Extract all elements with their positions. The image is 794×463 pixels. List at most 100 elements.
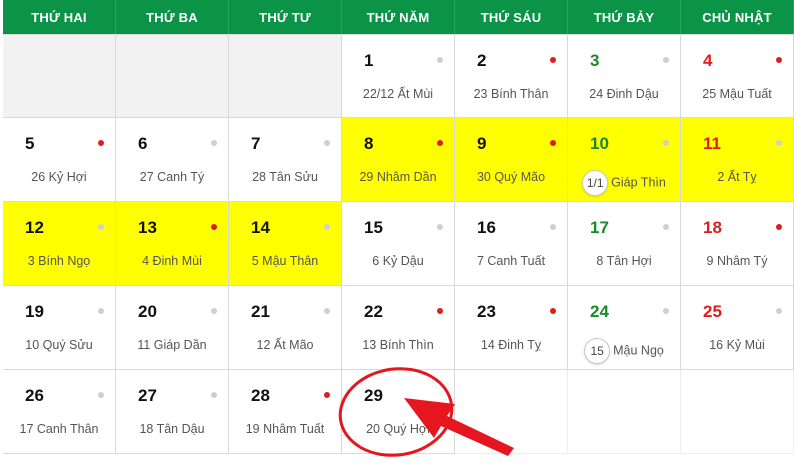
lunar-date-text: Mậu Ngọ	[613, 343, 664, 358]
day-cell[interactable]: 8 29 Nhâm Dần	[342, 118, 455, 202]
lunar-date: 1/1 Giáp Thìn	[568, 170, 680, 196]
lunar-date: 24 Đinh Dậu	[568, 87, 680, 101]
lunar-date: 19 Nhâm Tuất	[229, 422, 341, 436]
red-dot-icon	[550, 308, 556, 314]
lunar-date-text: 18 Tân Dậu	[139, 422, 205, 436]
lunar-date-text: 25 Mậu Tuất	[702, 87, 772, 101]
day-cell[interactable]: 11 2 Ất Tỵ	[681, 118, 794, 202]
day-cell[interactable]: 14 5 Mậu Thân	[229, 202, 342, 286]
day-cell[interactable]: 25 16 Kỷ Mùi	[681, 286, 794, 370]
lunar-date: 16 Kỷ Mùi	[681, 338, 793, 352]
lunar-date-text: 20 Quý Hợi	[366, 422, 430, 436]
lunar-date: 17 Canh Thân	[3, 422, 115, 436]
day-cell[interactable]: 21 12 Ất Mão	[229, 286, 342, 370]
calendar-grid: THỨ HAI THỨ BA THỨ TƯ THỨ NĂM THỨ SÁU THỨ BẢY…	[3, 0, 794, 463]
day-cell[interactable]: 24 15 Mậu Ngọ	[568, 286, 681, 370]
red-dot-icon	[98, 140, 104, 146]
lunar-date-text: 28 Tân Sửu	[252, 170, 318, 184]
grey-dot-icon	[550, 224, 556, 230]
day-cell[interactable]: 28 19 Nhâm Tuất	[229, 370, 342, 454]
weekday-header: CHỦ NHẬT	[681, 0, 794, 34]
day-cell[interactable]: 10 1/1 Giáp Thìn	[568, 118, 681, 202]
grey-dot-icon	[211, 308, 217, 314]
solar-date: 2	[477, 51, 487, 70]
lunar-date-text: 2 Ất Tỵ	[717, 170, 757, 184]
red-dot-icon	[211, 224, 217, 230]
solar-date: 7	[251, 134, 261, 153]
day-cell[interactable]: 22 13 Bính Thìn	[342, 286, 455, 370]
solar-date: 1	[364, 51, 374, 70]
lunar-date-text: 12 Ất Mão	[256, 338, 314, 352]
empty-day-cell	[229, 34, 342, 118]
empty-day-cell	[455, 370, 568, 454]
solar-date: 9	[477, 134, 487, 153]
solar-date: 23	[477, 302, 496, 321]
grey-dot-icon	[211, 392, 217, 398]
solar-date: 6	[138, 134, 148, 153]
lunar-date: 28 Tân Sửu	[229, 170, 341, 184]
day-cell[interactable]: 4 25 Mậu Tuất	[681, 34, 794, 118]
grey-dot-icon	[324, 140, 330, 146]
day-cell[interactable]: 27 18 Tân Dậu	[116, 370, 229, 454]
day-cell[interactable]: 18 9 Nhâm Tý	[681, 202, 794, 286]
grey-dot-icon	[663, 308, 669, 314]
day-cell[interactable]: 9 30 Quý Mão	[455, 118, 568, 202]
lunar-date-text: 3 Bính Ngọ	[27, 254, 91, 268]
lunar-date: 29 Nhâm Dần	[342, 170, 454, 184]
day-cell[interactable]: 17 8 Tân Hợi	[568, 202, 681, 286]
day-cell[interactable]: 1 22/12 Ất Mùi	[342, 34, 455, 118]
day-cell[interactable]: 5 26 Kỷ Hợi	[3, 118, 116, 202]
lunar-date: 14 Đinh Tỵ	[455, 338, 567, 352]
day-cell[interactable]: 19 10 Quý Sửu	[3, 286, 116, 370]
lunar-date-text: 6 Kỷ Dậu	[372, 254, 424, 268]
weekday-header: THỨ BA	[116, 0, 229, 34]
grey-dot-icon	[437, 57, 443, 63]
lunar-date-text: 4 Đinh Mùi	[142, 254, 202, 268]
day-cell[interactable]: 3 24 Đinh Dậu	[568, 34, 681, 118]
day-cell[interactable]: 7 28 Tân Sửu	[229, 118, 342, 202]
solar-date: 17	[590, 218, 609, 237]
day-cell[interactable]: 20 11 Giáp Dần	[116, 286, 229, 370]
day-cell[interactable]: 12 3 Bính Ngọ	[3, 202, 116, 286]
red-dot-icon	[550, 57, 556, 63]
lunar-date-text: 17 Canh Thân	[19, 422, 99, 436]
lunar-date-text: 24 Đinh Dậu	[589, 87, 659, 101]
weekday-header: THỨ TƯ	[229, 0, 342, 34]
solar-date: 24	[590, 302, 609, 321]
lunar-date: 6 Kỷ Dậu	[342, 254, 454, 268]
solar-date: 16	[477, 218, 496, 237]
solar-date: 18	[703, 218, 722, 237]
lunar-date: 2 Ất Tỵ	[681, 170, 793, 184]
lunar-date: 30 Quý Mão	[455, 170, 567, 184]
red-dot-icon	[437, 308, 443, 314]
lunar-date-text: 11 Giáp Dần	[137, 338, 207, 352]
day-cell[interactable]: 29 20 Quý Hợi	[342, 370, 455, 454]
day-cell[interactable]: 26 17 Canh Thân	[3, 370, 116, 454]
day-cell[interactable]: 16 7 Canh Tuất	[455, 202, 568, 286]
lunar-date: 9 Nhâm Tý	[681, 254, 793, 268]
lunar-date: 13 Bính Thìn	[342, 338, 454, 352]
solar-date: 19	[25, 302, 44, 321]
day-cell[interactable]: 23 14 Đinh Tỵ	[455, 286, 568, 370]
lunar-date-text: 19 Nhâm Tuất	[245, 422, 325, 436]
lunar-date: 22/12 Ất Mùi	[342, 87, 454, 101]
day-cell[interactable]: 13 4 Đinh Mùi	[116, 202, 229, 286]
day-cell[interactable]: 15 6 Kỷ Dậu	[342, 202, 455, 286]
lunar-date: 5 Mậu Thân	[229, 254, 341, 268]
lunar-date: 20 Quý Hợi	[342, 422, 454, 436]
solar-date: 12	[25, 218, 44, 237]
solar-date: 8	[364, 134, 374, 153]
lunar-date: 7 Canh Tuất	[455, 254, 567, 268]
solar-date: 11	[703, 134, 721, 153]
lunar-date: 10 Quý Sửu	[3, 338, 115, 352]
solar-date: 21	[251, 302, 270, 321]
grey-dot-icon	[98, 224, 104, 230]
day-cell[interactable]: 6 27 Canh Tý	[116, 118, 229, 202]
lunar-date: 11 Giáp Dần	[116, 338, 228, 352]
empty-day-cell	[568, 370, 681, 454]
lunar-date-text: 10 Quý Sửu	[25, 338, 93, 352]
red-dot-icon	[324, 392, 330, 398]
day-cell[interactable]: 2 23 Bính Thân	[455, 34, 568, 118]
solar-date: 28	[251, 386, 270, 405]
grey-dot-icon	[663, 140, 669, 146]
